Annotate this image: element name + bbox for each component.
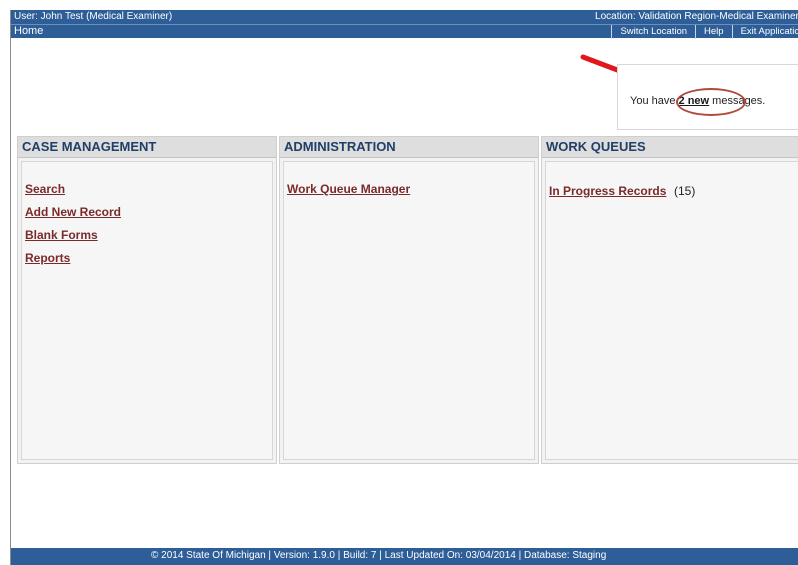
in-progress-count: (15) <box>674 184 696 198</box>
panel-body: Work Queue Manager <box>283 161 535 460</box>
administration-title: ADMINISTRATION <box>284 139 396 154</box>
application-window: User: John Test (Medical Examiner) Locat… <box>10 10 798 565</box>
case-management-title: CASE MANAGEMENT <box>22 139 157 154</box>
case-management-panel: CASE MANAGEMENT Search Add New Record Bl… <box>17 136 277 464</box>
blank-forms-link[interactable]: Blank Forms <box>25 228 98 242</box>
annotation-circle <box>676 88 746 116</box>
work-queue-manager-link[interactable]: Work Queue Manager <box>287 182 410 196</box>
panel-body: Search Add New Record Blank Forms Report… <box>21 161 273 460</box>
work-queues-title: WORK QUEUES <box>546 139 646 154</box>
work-queues-panel: WORK QUEUES In Progress Records (15) <box>541 136 798 464</box>
panel-header: ADMINISTRATION <box>280 137 538 158</box>
in-progress-records-link[interactable]: In Progress Records <box>549 184 666 198</box>
footer-text: © 2014 State Of Michigan | Version: 1.9.… <box>151 550 607 561</box>
reports-link[interactable]: Reports <box>25 251 70 265</box>
add-new-record-link[interactable]: Add New Record <box>25 205 121 219</box>
panel-body: In Progress Records (15) <box>545 161 798 460</box>
panel-header: WORK QUEUES <box>542 137 798 158</box>
messages-prefix: You have <box>630 95 679 107</box>
search-link[interactable]: Search <box>25 182 65 196</box>
panel-header: CASE MANAGEMENT <box>18 137 276 158</box>
footer-bar: © 2014 State Of Michigan | Version: 1.9.… <box>11 548 798 565</box>
administration-panel: ADMINISTRATION Work Queue Manager <box>279 136 539 464</box>
messages-box: You have 2 new messages. <box>617 64 798 130</box>
